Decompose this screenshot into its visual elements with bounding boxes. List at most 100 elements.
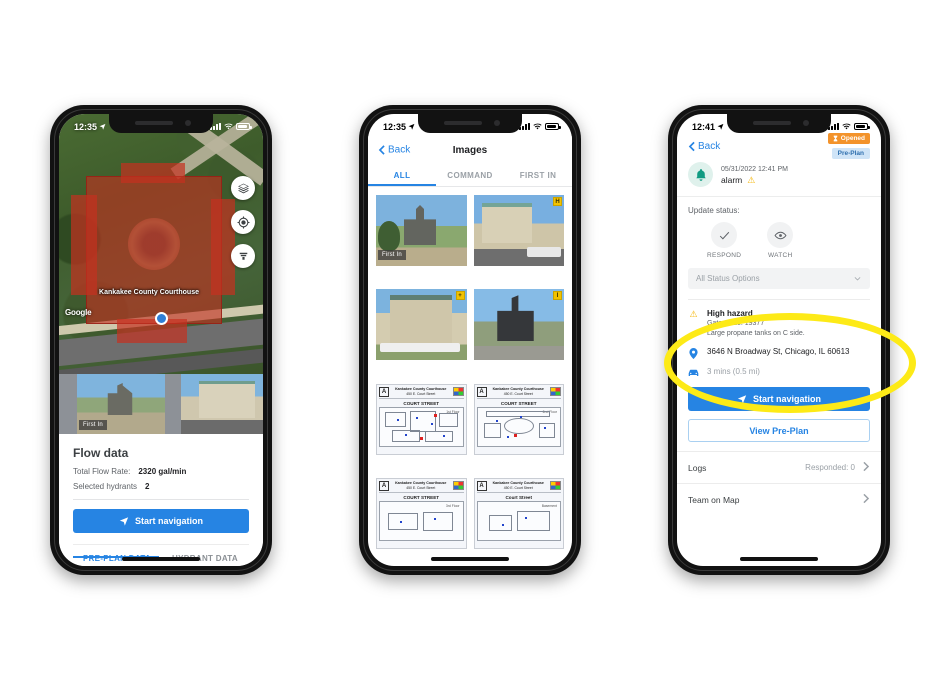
incident-type: alarm [721,175,743,185]
first-in-badge: First In [378,250,406,260]
target-icon[interactable] [231,210,255,234]
selected-hydrants-label: Selected hydrants [73,482,138,491]
phone-mockup-map: Kankakee County Courthouse Google First … [50,105,272,575]
floorplan-street: COURT STREET [403,494,440,500]
photo-thumb-second[interactable] [181,374,263,436]
photo-strip[interactable]: First In [59,374,263,436]
legend-swatch-icon [452,481,464,491]
photo-thumb-partial[interactable] [59,374,77,436]
agency-logo-icon: A [379,386,389,397]
courthouse-photo [376,289,467,361]
team-on-map-row[interactable]: Team on Map [677,483,881,515]
incident-type-row: alarm ⚠ [721,175,788,186]
page-title: Images [452,144,488,156]
map-marker-icon[interactable] [155,312,168,325]
phone3-screen: 12:41 Back Opened Pre-Plan 05/31/2022 12… [677,114,881,566]
eta-minutes: 3 mins [707,367,731,376]
chevron-right-icon [862,493,870,506]
vehicle-icon [688,367,699,377]
navigation-bar: Back Images [368,136,572,164]
home-indicator [740,557,818,561]
grid-item-photo[interactable]: I [473,289,564,361]
hazard-title: High hazard [707,309,753,318]
building-wing-west [71,195,97,295]
floorplan-street: COURT STREET [403,400,440,406]
floorplan-subtitle: 450 E. Court Street [406,391,436,396]
hazard-text: High hazard Gate Code: 19377 Large propa… [707,308,805,339]
start-navigation-button[interactable]: Start navigation [73,509,249,533]
map-place-label: Kankakee County Courthouse [99,289,199,296]
grid-item-floorplan[interactable]: A Kankakee County Courthouse 450 E. Cour… [376,477,467,549]
floorplan-subtitle: 450 E. Court Street [503,485,533,490]
view-pre-plan-button[interactable]: View Pre-Plan [688,419,870,442]
grid-item-floorplan[interactable]: A Kankakee County Courthouse 450 E. Cour… [473,383,564,455]
incident-datetime: 05/31/2022 12:41 PM [721,165,788,173]
start-navigation-button[interactable]: Start navigation [688,387,870,411]
selected-hydrants-row: Selected hydrants 2 [73,482,249,491]
chevron-down-icon [854,277,861,281]
pre-plan-badge[interactable]: Pre-Plan [831,148,870,159]
flow-data-title: Flow data [73,446,129,460]
back-label: Back [698,140,721,152]
floorplan-sheet: A Kankakee County Courthouse 450 E. Cour… [376,383,467,455]
incident-summary: 05/31/2022 12:41 PM alarm ⚠ [677,156,881,197]
selected-hydrants-value: 2 [145,482,150,491]
status-time: 12:35 [383,121,407,132]
eye-icon [767,222,794,248]
grid-item-floorplan[interactable]: A Kankakee County Courthouse 450 E. Cour… [376,383,467,455]
location-arrow-icon [717,123,724,130]
front-camera [494,120,500,126]
layers-icon[interactable] [231,176,255,200]
satellite-map[interactable]: Kankakee County Courthouse Google [59,114,263,392]
logs-responded-count: Responded: 0 [805,463,855,472]
floorplan-titleblock: Kankakee County Courthouse 450 E. Court … [489,387,549,397]
floorplan-sheet: A Kankakee County Courthouse 450 E. Cour… [473,383,564,455]
logs-row[interactable]: Logs Responded: 0 [677,451,881,483]
tab-all[interactable]: ALL [368,164,436,186]
floorplan-drawing: 3rd Floor [379,500,464,541]
eta-text: 3 mins (0.5 mi) [707,367,760,377]
address-detail[interactable]: 3646 N Broadway St, Chicago, IL 60613 [677,339,881,359]
watch-option[interactable]: WATCH [767,222,794,259]
status-time: 12:41 [692,121,716,132]
tab-first-in[interactable]: FIRST IN [504,164,572,186]
watch-label: WATCH [767,252,793,259]
logs-label: Logs [688,462,707,473]
grid-item-photo[interactable]: H [473,195,564,266]
hydrant-filter-icon[interactable] [231,244,255,268]
chevron-left-icon [688,141,695,151]
location-arrow-icon [408,123,415,130]
floorplan-header: A Kankakee County Courthouse 450 E. Cour… [379,386,464,399]
back-button[interactable]: Back [378,145,410,156]
status-time: 12:35 [74,121,98,132]
grid-item-floorplan[interactable]: A Kankakee County Courthouse 450 E. Cour… [473,477,564,549]
navigation-arrow-icon [119,517,129,526]
floorplan-floor-label: Basement [541,503,557,508]
wifi-icon [533,123,542,130]
building-footprint-overlay[interactable] [71,163,235,343]
legend-swatch-icon [550,481,561,491]
chevron-left-icon [378,145,385,155]
grid-item-photo[interactable]: + [376,289,467,361]
flow-rate-row: Total Flow Rate: 2320 gal/min [73,467,249,476]
incident-badges: Opened Pre-Plan [827,133,870,159]
flow-rate-value: 2320 gal/min [138,467,187,476]
floorplan-drawing: 2nd Floor [476,406,561,447]
respond-option[interactable]: RESPOND [707,222,741,259]
grid-item-photo[interactable]: First In [376,195,467,266]
floorplan-title: Kankakee County Courthouse [395,386,447,391]
battery-icon [545,123,561,130]
wifi-icon [842,123,851,130]
incident-text: 05/31/2022 12:41 PM alarm ⚠ [721,164,788,186]
photo-thumb-first-in[interactable]: First In [77,374,165,436]
warning-triangle-icon: ⚠ [689,309,698,319]
agency-logo-icon: A [476,386,487,397]
legend-swatch-icon [550,387,561,396]
back-button[interactable]: Back [688,141,720,152]
status-select[interactable]: All Status Options [688,268,870,289]
hazard-gate-code: Gate Code: 19377 [707,320,765,327]
tab-command[interactable]: COMMAND [436,164,504,186]
floorplan-subtitle: 450 E. Court Street [406,485,436,490]
status-bar-right [210,123,252,130]
building-wing-south [117,319,187,343]
